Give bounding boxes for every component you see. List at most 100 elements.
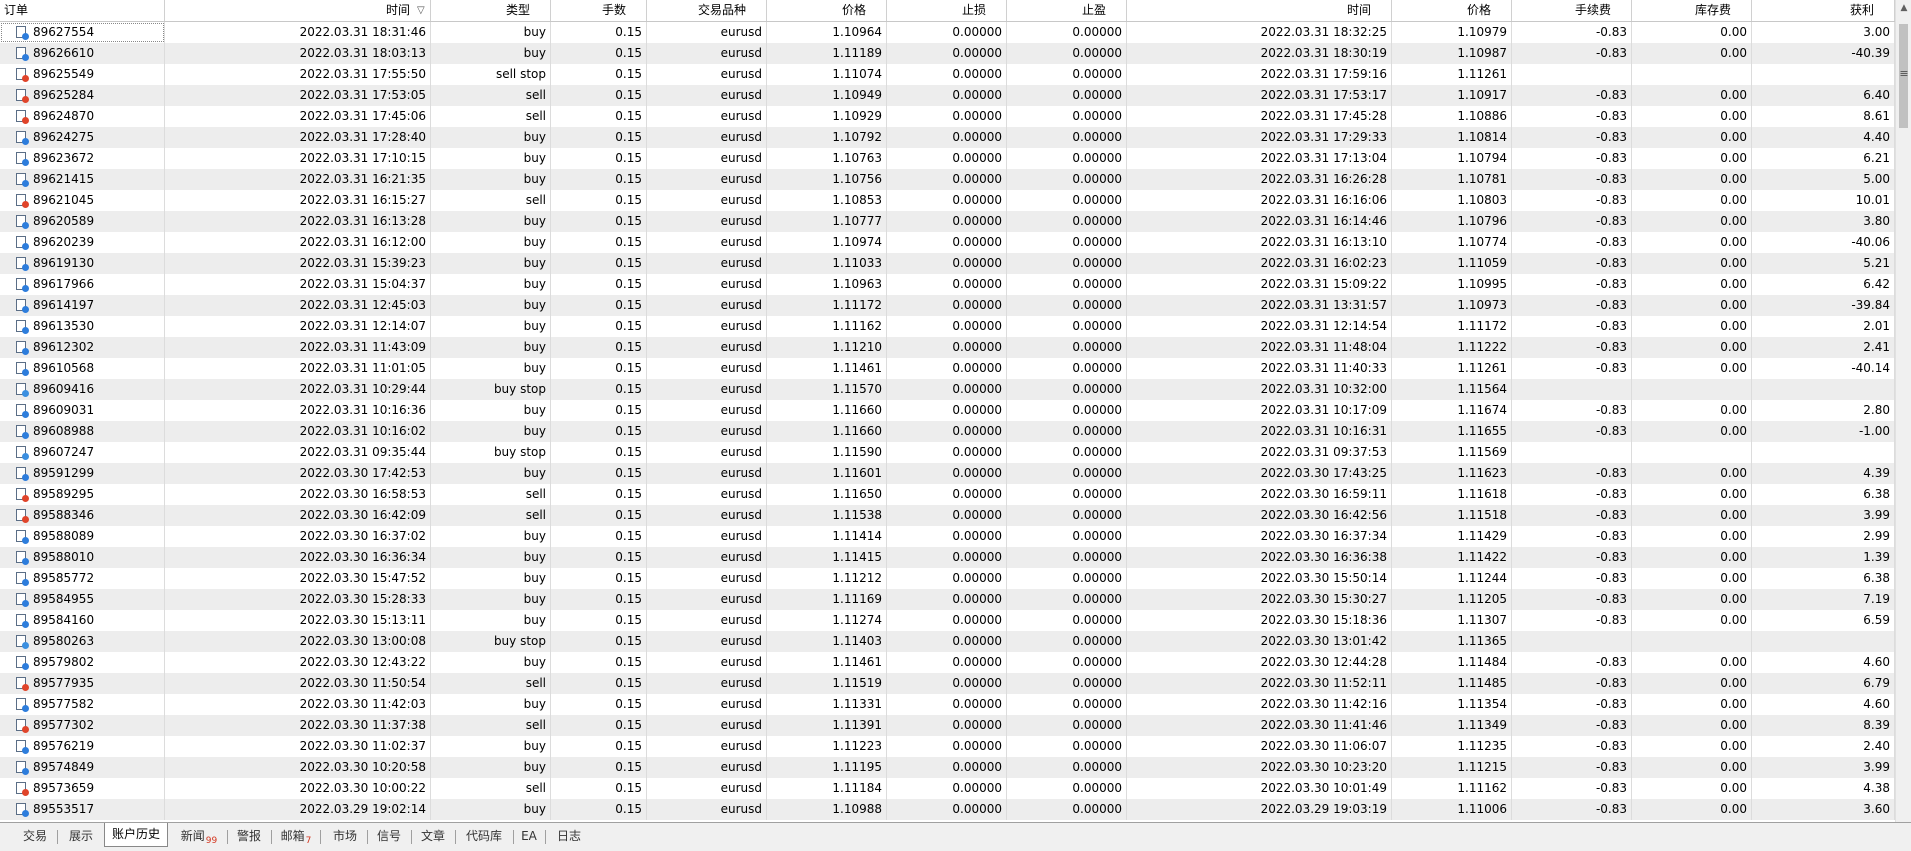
table-row[interactable]: 89588346 2022.03.30 16:42:09 sell 0.15 eurus…: [0, 505, 1895, 526]
table-row[interactable]: 89610568 2022.03.31 11:01:05 buy 0.15 eurusd…: [0, 358, 1895, 379]
scroll-up-icon[interactable]: ▲: [1896, 0, 1911, 16]
cell-close-price: 1.11349: [1392, 715, 1512, 736]
table-row[interactable]: 89577935 2022.03.30 11:50:54 sell 0.15 eurus…: [0, 673, 1895, 694]
cell-profit: 1.39: [1752, 547, 1895, 568]
table-row[interactable]: 89577582 2022.03.30 11:42:03 buy 0.15 eurusd…: [0, 694, 1895, 715]
table-row[interactable]: 89591299 2022.03.30 17:42:53 buy 0.15 eurusd…: [0, 463, 1895, 484]
table-row[interactable]: 89577302 2022.03.30 11:37:38 sell 0.15 eurus…: [0, 715, 1895, 736]
cell-commission: -0.83: [1512, 232, 1632, 253]
table-row[interactable]: 89627554 2022.03.31 18:31:46 buy 0.15 eurusd…: [0, 22, 1895, 43]
table-row[interactable]: 89574849 2022.03.30 10:20:58 buy 0.15 eurusd…: [0, 757, 1895, 778]
table-row[interactable]: 89626610 2022.03.31 18:03:13 buy 0.15 eurusd…: [0, 43, 1895, 64]
cell-type: buy: [431, 274, 551, 295]
header-col-close-time[interactable]: 时间: [1127, 0, 1392, 21]
cell-open-time: 2022.03.30 15:28:33: [165, 589, 431, 610]
header-col-take-profit[interactable]: 止盈: [1007, 0, 1127, 21]
cell-symbol: eurusd: [647, 316, 767, 337]
header-col-open-price[interactable]: 价格: [767, 0, 887, 21]
cell-open-time: 2022.03.30 15:47:52: [165, 568, 431, 589]
table-row[interactable]: 89625549 2022.03.31 17:55:50 sell stop 0.15…: [0, 64, 1895, 85]
tab-11[interactable]: EA: [514, 826, 544, 846]
header-col-order[interactable]: 订单: [0, 0, 165, 21]
table-row[interactable]: 89614197 2022.03.31 12:45:03 buy 0.15 eurusd…: [0, 295, 1895, 316]
table-row[interactable]: 89621415 2022.03.31 16:21:35 buy 0.15 eurusd…: [0, 169, 1895, 190]
table-row[interactable]: 89584955 2022.03.30 15:28:33 buy 0.15 eurusd…: [0, 589, 1895, 610]
column-menu-icon[interactable]: ≡: [1896, 66, 1911, 82]
cell-type: buy: [431, 169, 551, 190]
cell-close-price: 1.11222: [1392, 337, 1512, 358]
table-row[interactable]: 89617966 2022.03.31 15:04:37 buy 0.15 eurusd…: [0, 274, 1895, 295]
table-row[interactable]: 89573659 2022.03.30 10:00:22 sell 0.15 eurus…: [0, 778, 1895, 799]
cell-lots: 0.15: [551, 526, 647, 547]
cell-open-time: 2022.03.31 09:35:44: [165, 442, 431, 463]
table-row[interactable]: 89584160 2022.03.30 15:13:11 buy 0.15 eurusd…: [0, 610, 1895, 631]
table-row[interactable]: 89608988 2022.03.31 10:16:02 buy 0.15 eurusd…: [0, 421, 1895, 442]
table-row[interactable]: 89624275 2022.03.31 17:28:40 buy 0.15 eurusd…: [0, 127, 1895, 148]
cell-open-time: 2022.03.31 17:45:06: [165, 106, 431, 127]
table-row[interactable]: 89607247 2022.03.31 09:35:44 buy stop 0.15 e…: [0, 442, 1895, 463]
header-col-commission[interactable]: 手续费: [1512, 0, 1632, 21]
cell-profit: 3.80: [1752, 211, 1895, 232]
table-row[interactable]: 89580263 2022.03.30 13:00:08 buy stop 0.15 e…: [0, 631, 1895, 652]
table-row[interactable]: 89625284 2022.03.31 17:53:05 sell 0.15 eurus…: [0, 85, 1895, 106]
cell-close-time: 2022.03.31 17:29:33: [1127, 127, 1392, 148]
cell-symbol: eurusd: [647, 169, 767, 190]
table-row[interactable]: 89576219 2022.03.30 11:02:37 buy 0.15 eurusd…: [0, 736, 1895, 757]
tab-12[interactable]: 日志: [548, 826, 590, 846]
cell-commission: -0.83: [1512, 694, 1632, 715]
table-row[interactable]: 89609031 2022.03.31 10:16:36 buy 0.15 eurusd…: [0, 400, 1895, 421]
table-row[interactable]: 89624870 2022.03.31 17:45:06 sell 0.15 eurus…: [0, 106, 1895, 127]
header-col-close-price[interactable]: 价格: [1392, 0, 1512, 21]
tab-9[interactable]: 文章: [412, 826, 454, 846]
cell-take-profit: 0.00000: [1007, 736, 1127, 757]
header-col-swap[interactable]: 库存费: [1632, 0, 1752, 21]
cell-profit: 2.80: [1752, 400, 1895, 421]
cell-close-time: 2022.03.31 15:09:22: [1127, 274, 1392, 295]
tab-7[interactable]: 市场: [324, 826, 366, 846]
table-row[interactable]: 89579802 2022.03.30 12:43:22 buy 0.15 eurusd…: [0, 652, 1895, 673]
cell-lots: 0.15: [551, 169, 647, 190]
cell-symbol: eurusd: [647, 211, 767, 232]
tab-10[interactable]: 代码库: [456, 826, 512, 846]
cell-close-price: 1.10781: [1392, 169, 1512, 190]
tab-6[interactable]: 邮箱7: [273, 826, 319, 846]
table-row[interactable]: 89619130 2022.03.31 15:39:23 buy 0.15 eurusd…: [0, 253, 1895, 274]
table-row[interactable]: 89553517 2022.03.29 19:02:14 buy 0.15 eurusd…: [0, 799, 1895, 820]
header-col-open-time[interactable]: 时间: [165, 0, 431, 21]
header-col-stop-loss[interactable]: 止损: [887, 0, 1007, 21]
cell-type: buy stop: [431, 379, 551, 400]
cell-symbol: eurusd: [647, 295, 767, 316]
table-row[interactable]: 89588089 2022.03.30 16:37:02 buy 0.15 eurusd…: [0, 526, 1895, 547]
cell-symbol: eurusd: [647, 673, 767, 694]
tab-4[interactable]: 新闻99: [172, 826, 226, 846]
table-row[interactable]: 89613530 2022.03.31 12:14:07 buy 0.15 eurusd…: [0, 316, 1895, 337]
table-row[interactable]: 89588010 2022.03.30 16:36:34 buy 0.15 eurusd…: [0, 547, 1895, 568]
header-col-lots[interactable]: 手数: [551, 0, 647, 21]
cell-stop-loss: 0.00000: [887, 295, 1007, 316]
cell-order: 89579802: [0, 652, 165, 673]
tab-2[interactable]: 展示: [60, 826, 102, 846]
cell-commission: -0.83: [1512, 43, 1632, 64]
tab-8[interactable]: 信号: [368, 826, 410, 846]
tab-3[interactable]: 账户历史: [104, 823, 168, 847]
tab-5[interactable]: 警报: [228, 826, 270, 846]
cell-stop-loss: 0.00000: [887, 232, 1007, 253]
header-col-type[interactable]: 类型: [431, 0, 551, 21]
table-row[interactable]: 89612302 2022.03.31 11:43:09 buy 0.15 eurusd…: [0, 337, 1895, 358]
cell-stop-loss: 0.00000: [887, 274, 1007, 295]
cell-open-time: 2022.03.31 16:13:28: [165, 211, 431, 232]
table-row[interactable]: 89585772 2022.03.30 15:47:52 buy 0.15 eurusd…: [0, 568, 1895, 589]
header-col-symbol[interactable]: 交易品种: [647, 0, 767, 21]
tab-1[interactable]: 交易: [14, 826, 56, 846]
vertical-scrollbar[interactable]: ▲ ≡: [1895, 0, 1911, 822]
table-row[interactable]: 89620239 2022.03.31 16:12:00 buy 0.15 eurusd…: [0, 232, 1895, 253]
cell-close-time: 2022.03.30 11:42:16: [1127, 694, 1392, 715]
table-row[interactable]: 89623672 2022.03.31 17:10:15 buy 0.15 eurusd…: [0, 148, 1895, 169]
cell-close-price: 1.11006: [1392, 799, 1512, 820]
table-row[interactable]: 89621045 2022.03.31 16:15:27 sell 0.15 eurus…: [0, 190, 1895, 211]
table-row[interactable]: 89609416 2022.03.31 10:29:44 buy stop 0.15 e…: [0, 379, 1895, 400]
table-row[interactable]: 89589295 2022.03.30 16:58:53 sell 0.15 eurus…: [0, 484, 1895, 505]
cell-lots: 0.15: [551, 85, 647, 106]
table-row[interactable]: 89620589 2022.03.31 16:13:28 buy 0.15 eurusd…: [0, 211, 1895, 232]
header-col-profit[interactable]: 获利: [1752, 0, 1895, 21]
